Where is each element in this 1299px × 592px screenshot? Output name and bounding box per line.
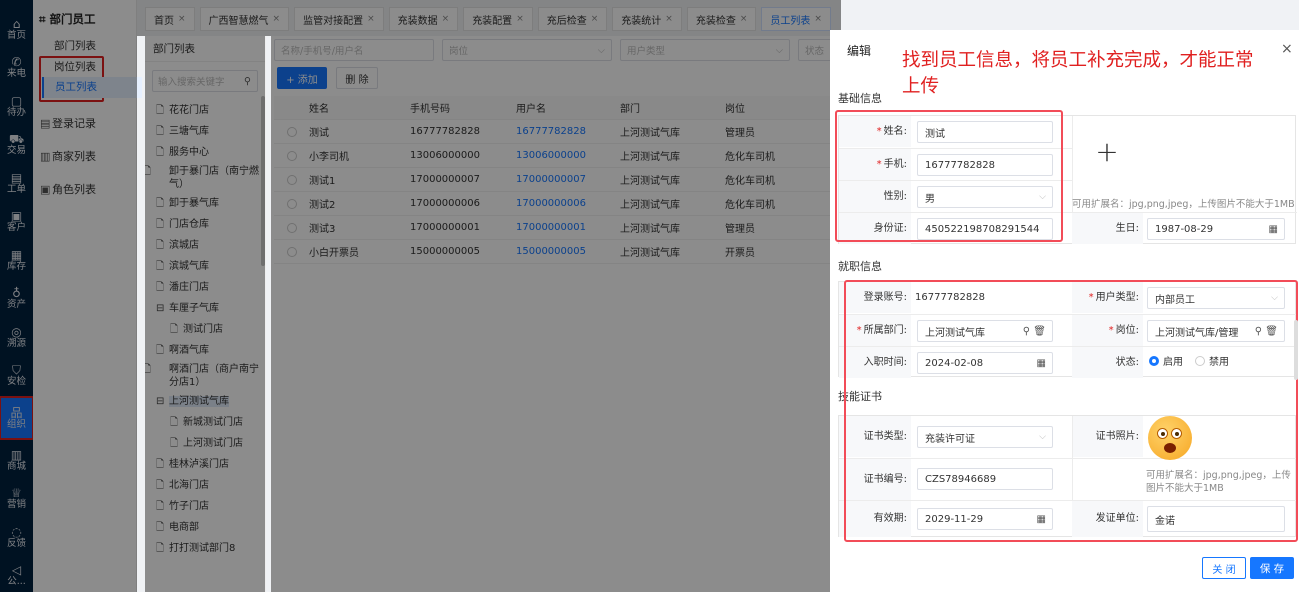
employee-list-panel: 名称/手机号/用户名 岗位 ⌵ 用户类型 ⌵ 状态 + 添加 删 除 姓名 手机号码 用户名部… <box>271 36 858 592</box>
drawer-scrollbar[interactable] <box>1294 320 1298 380</box>
save-button[interactable]: 保 存 <box>1250 557 1294 579</box>
birth-date-picker[interactable]: 1987-08-29 ▦ <box>1147 218 1285 240</box>
highlight-box-job-cert <box>844 280 1298 542</box>
section-job: 就职信息 <box>838 260 882 273</box>
birth-label: 生日: <box>1072 213 1143 244</box>
drawer-title: 编辑 <box>847 44 872 58</box>
modal-mask-header <box>137 0 841 36</box>
annotation-text: 找到员工信息，将员工补充完成，才能正常上传 <box>902 50 1254 97</box>
calendar-icon: ▦ <box>1268 223 1278 235</box>
modal-mask-tree <box>145 36 265 592</box>
department-tree: 部门列表 输入搜索关键字⚲ 🗋花花门店🗋三塘气库🗋服务中心🗋卸于暴门店（南宁燃气… <box>145 36 266 592</box>
section-basic: 基础信息 <box>838 92 882 105</box>
highlight-box-basic <box>835 110 1063 242</box>
edit-drawer: 编辑 × 找到员工信息，将员工补充完成，才能正常上传 基础信息 * 姓名: 测试 … <box>830 30 1299 592</box>
close-icon[interactable]: × <box>1281 41 1293 57</box>
modal-mask-left <box>0 0 137 592</box>
avatar-upload[interactable]: + <box>1070 115 1144 187</box>
close-button[interactable]: 关 闭 <box>1202 557 1246 579</box>
modal-mask-main <box>271 36 841 592</box>
avatar-upload-hint: 可用扩展名：jpg,png,jpeg，上传图片不能大于1MB <box>1072 199 1295 210</box>
